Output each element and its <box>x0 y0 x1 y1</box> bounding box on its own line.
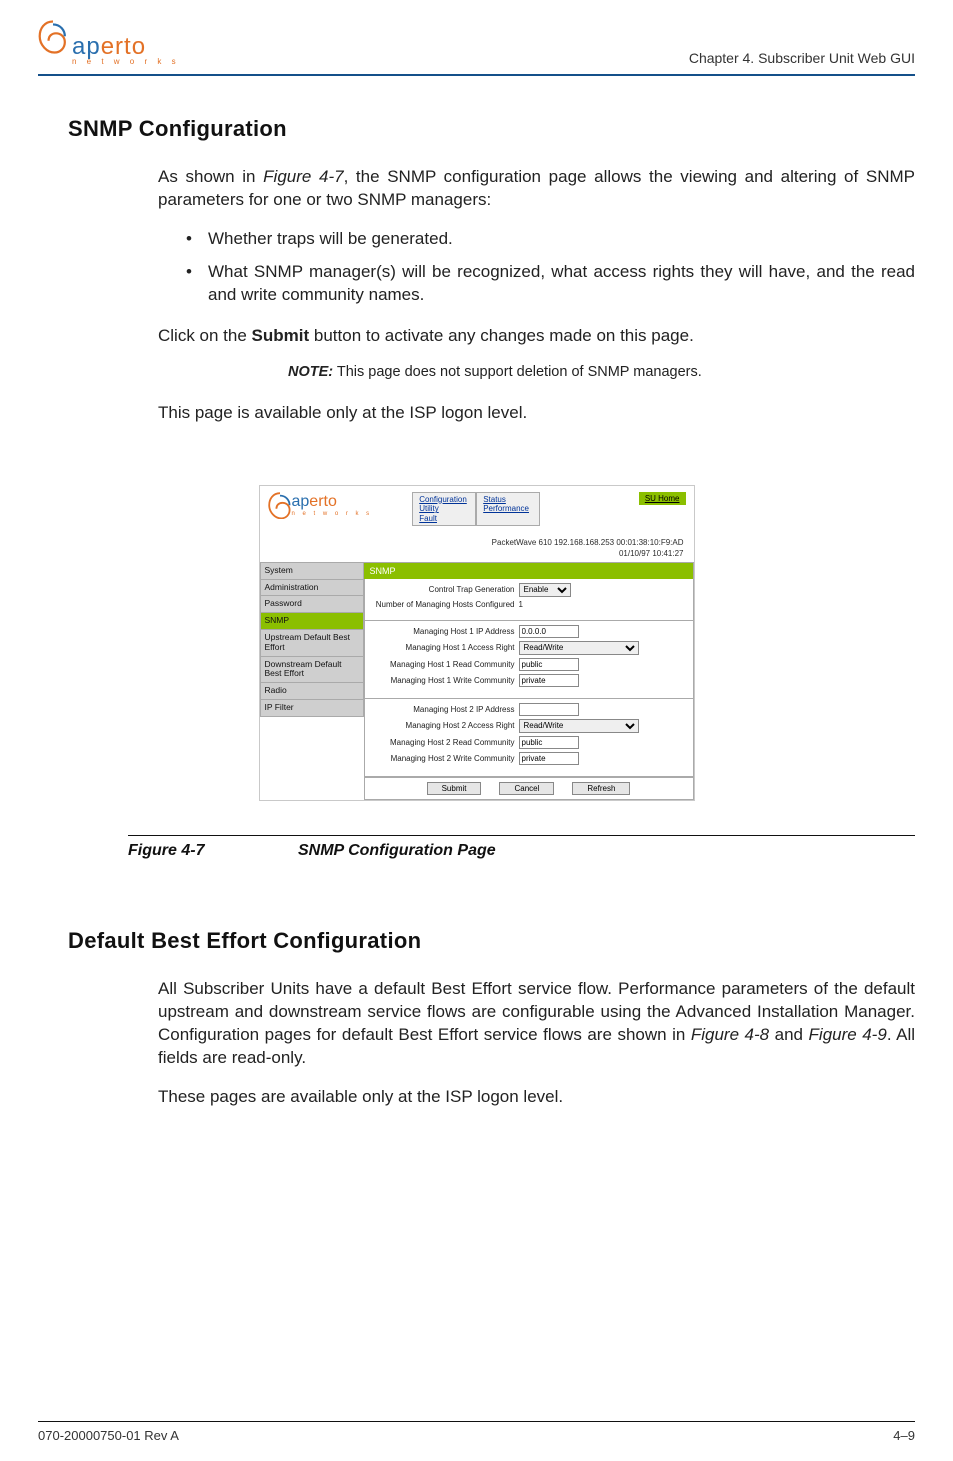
tab-performance[interactable]: Performance <box>483 504 533 514</box>
form-host2: Managing Host 2 IP Address Managing Host… <box>364 699 694 777</box>
select-h1-acc[interactable]: Read/Write <box>519 641 639 655</box>
lbl-num-hosts: Number of Managing Hosts Configured <box>371 600 519 609</box>
figure-header: aperto n e t w o r k s Configuration Uti… <box>260 486 694 529</box>
sidebar-item-radio[interactable]: Radio <box>260 683 364 700</box>
logo-text-blue: ap <box>72 33 101 60</box>
sidebar-item-ipfilter[interactable]: IP Filter <box>260 700 364 717</box>
lbl-h1-wc: Managing Host 1 Write Community <box>371 676 519 685</box>
lbl-ctrl-trap: Control Trap Generation <box>371 585 519 594</box>
submit-bold: Submit <box>252 326 310 345</box>
footer-right: 4–9 <box>893 1428 915 1443</box>
figure-caption: Figure 4-7SNMP Configuration Page <box>128 842 915 860</box>
main-panel: SNMP Control Trap Generation Enable Numb… <box>364 562 694 800</box>
figure-ref-4-7: Figure 4-7 <box>263 167 343 186</box>
sidebar-item-downstream[interactable]: Downstream Default Best Effort <box>260 657 364 684</box>
figure-logo-swirl-icon <box>268 492 292 518</box>
lbl-h2-acc: Managing Host 2 Access Right <box>371 721 519 730</box>
lbl-h1-rc: Managing Host 1 Read Community <box>371 660 519 669</box>
tab-fault[interactable]: Fault <box>419 514 469 524</box>
button-row: Submit Cancel Refresh <box>364 777 694 800</box>
submit-button[interactable]: Submit <box>427 782 482 795</box>
besteffort-p1: All Subscriber Units have a default Best… <box>158 978 915 1070</box>
val-num-hosts: 1 <box>519 600 523 609</box>
figure-caption-rule <box>128 835 915 836</box>
figure-logo-orange: erto <box>309 493 337 510</box>
select-h2-acc[interactable]: Read/Write <box>519 719 639 733</box>
intro-a: As shown in <box>158 167 263 186</box>
bullet-list: Whether traps will be generated. What SN… <box>186 228 915 307</box>
note-line: NOTE: This page does not support deletio… <box>288 364 915 380</box>
status-line-2: 01/10/97 10:41:27 <box>619 549 684 558</box>
status-line-1: PacketWave 610 192.168.168.253 00:01:38:… <box>492 538 684 547</box>
logo-subtext: n e t w o r k s <box>72 57 180 66</box>
logo-swirl-icon <box>38 20 68 54</box>
figure-snmp-page: aperto n e t w o r k s Configuration Uti… <box>259 485 695 801</box>
figure-logo-blue: ap <box>292 493 310 510</box>
figure-logo: aperto n e t w o r k s <box>268 492 373 518</box>
note-text: This page does not support deletion of S… <box>333 364 702 380</box>
refresh-button[interactable]: Refresh <box>572 782 630 795</box>
select-ctrl-trap[interactable]: Enable <box>519 583 571 597</box>
logo-text: aperto n e t w o r k s <box>72 33 180 66</box>
figure-number: Figure 4-7 <box>128 842 298 860</box>
input-h1-rc[interactable] <box>519 658 579 671</box>
lbl-h1-ip: Managing Host 1 IP Address <box>371 627 519 636</box>
logo-text-orange: erto <box>101 33 146 60</box>
chapter-label: Chapter 4. Subscriber Unit Web GUI <box>689 50 915 66</box>
tab-utility[interactable]: Utility <box>419 504 469 514</box>
tab-cluster: Configuration Utility Fault Status Perfo… <box>412 492 540 527</box>
bullet-1: Whether traps will be generated. <box>186 228 915 251</box>
sidebar-item-snmp[interactable]: SNMP <box>260 613 364 630</box>
figure-logo-sub: n e t w o r k s <box>292 511 373 517</box>
form-host1: Managing Host 1 IP Address Managing Host… <box>364 621 694 699</box>
sidebar-item-upstream[interactable]: Upstream Default Best Effort <box>260 630 364 657</box>
page-footer: 070-20000750-01 Rev A 4–9 <box>38 1421 915 1443</box>
su-home-link[interactable]: SU Home <box>639 492 686 505</box>
lbl-h2-ip: Managing Host 2 IP Address <box>371 705 519 714</box>
note-label: NOTE: <box>288 364 333 380</box>
lbl-h1-acc: Managing Host 1 Access Right <box>371 643 519 652</box>
logo: aperto n e t w o r k s <box>38 20 180 66</box>
input-h2-ip[interactable] <box>519 703 579 716</box>
tab-box-right: Status Performance <box>476 492 540 527</box>
p1-mid: and <box>769 1025 808 1044</box>
page-header: aperto n e t w o r k s Chapter 4. Subscr… <box>38 20 915 76</box>
footer-left: 070-20000750-01 Rev A <box>38 1428 179 1443</box>
lbl-h2-wc: Managing Host 2 Write Community <box>371 754 519 763</box>
device-status-line: PacketWave 610 192.168.168.253 00:01:38:… <box>260 528 694 562</box>
cancel-button[interactable]: Cancel <box>499 782 554 795</box>
figure-caption-text: SNMP Configuration Page <box>298 842 496 859</box>
tab-box-left: Configuration Utility Fault <box>412 492 476 527</box>
bullet-2: What SNMP manager(s) will be recognized,… <box>186 261 915 307</box>
input-h1-wc[interactable] <box>519 674 579 687</box>
tab-configuration[interactable]: Configuration <box>419 495 469 505</box>
intro-paragraph: As shown in Figure 4-7, the SNMP configu… <box>158 166 915 212</box>
submit-paragraph: Click on the Submit button to activate a… <box>158 325 915 348</box>
availability-note: This page is available only at the ISP l… <box>158 402 915 425</box>
submit-b: button to activate any changes made on t… <box>309 326 694 345</box>
section-title-snmp: SNMP Configuration <box>68 116 915 142</box>
sidebar: System Administration Password SNMP Upst… <box>260 562 364 800</box>
sidebar-item-password[interactable]: Password <box>260 596 364 613</box>
panel-title: SNMP <box>364 562 694 579</box>
input-h1-ip[interactable] <box>519 625 579 638</box>
tab-status[interactable]: Status <box>483 495 533 505</box>
section-title-besteffort: Default Best Effort Configuration <box>68 928 915 954</box>
besteffort-p2: These pages are available only at the IS… <box>158 1086 915 1109</box>
sidebar-item-system[interactable]: System <box>260 562 364 580</box>
form-top: Control Trap Generation Enable Number of… <box>364 579 694 621</box>
input-h2-rc[interactable] <box>519 736 579 749</box>
lbl-h2-rc: Managing Host 2 Read Community <box>371 738 519 747</box>
sidebar-item-administration[interactable]: Administration <box>260 580 364 597</box>
figure-ref-4-9: Figure 4-9 <box>809 1025 887 1044</box>
input-h2-wc[interactable] <box>519 752 579 765</box>
submit-a: Click on the <box>158 326 252 345</box>
figure-ref-4-8: Figure 4-8 <box>691 1025 769 1044</box>
